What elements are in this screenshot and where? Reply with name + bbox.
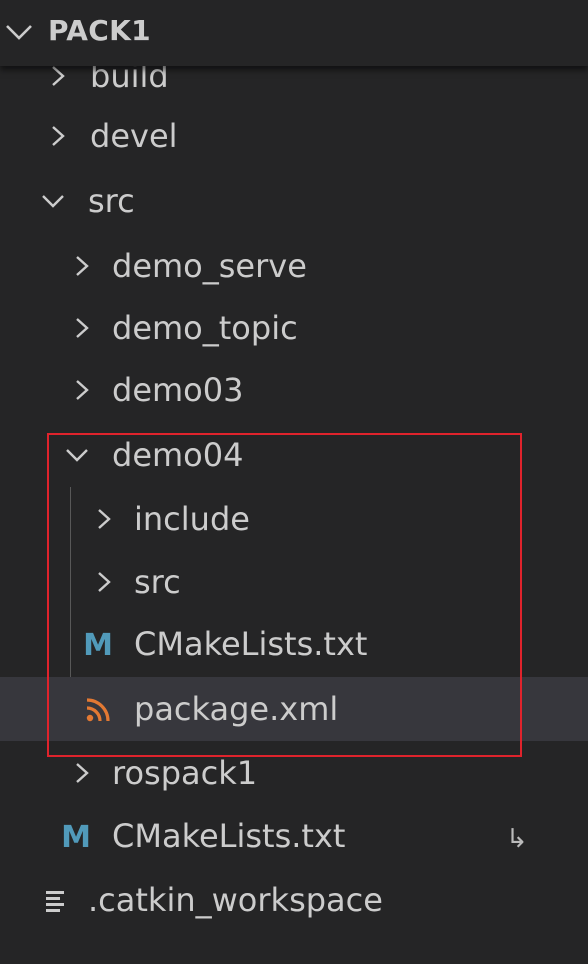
tree-item-src[interactable]: src — [0, 169, 588, 233]
tree-item-label: include — [134, 500, 250, 538]
tree-item-demo-serve[interactable]: demo_serve — [0, 234, 588, 298]
tree-item-devel[interactable]: devel — [0, 104, 588, 168]
tree-item-include[interactable]: include — [0, 487, 588, 551]
chevron-right-icon[interactable] — [70, 254, 94, 278]
tree-item-label: demo04 — [112, 436, 244, 474]
tree-item-label: package.xml — [134, 690, 339, 728]
chevron-right-icon[interactable] — [92, 507, 116, 531]
symlink-icon: ↳ — [506, 824, 528, 854]
explorer-section-header[interactable]: PACK1 — [0, 0, 588, 66]
chevron-right-icon[interactable] — [46, 124, 70, 148]
cmake-file-icon: M — [58, 820, 94, 855]
chevron-down-icon[interactable] — [4, 22, 34, 42]
text-file-icon — [44, 888, 80, 920]
tree-item-package-xml[interactable]: package.xml — [0, 677, 588, 741]
cmake-file-icon: M — [80, 628, 116, 663]
chevron-right-icon[interactable] — [92, 570, 116, 594]
chevron-down-icon[interactable] — [40, 189, 64, 213]
tree-item-demo04[interactable]: demo04 — [0, 423, 588, 487]
svg-text:M: M — [61, 820, 91, 852]
svg-text:M: M — [83, 628, 113, 660]
chevron-right-icon[interactable] — [70, 316, 94, 340]
tree-item-label: demo_serve — [112, 247, 307, 285]
tree-item-rospack1[interactable]: rospack1 — [0, 741, 588, 805]
chevron-right-icon[interactable] — [46, 64, 70, 88]
chevron-right-icon[interactable] — [70, 761, 94, 785]
tree-item-cmakelists-inner[interactable]: M CMakeLists.txt — [0, 612, 588, 676]
tree-item-label: src — [134, 563, 181, 601]
tree-item-label: demo03 — [112, 371, 244, 409]
chevron-right-icon[interactable] — [70, 378, 94, 402]
tree-item-demo03[interactable]: demo03 — [0, 358, 588, 422]
explorer-section-title: PACK1 — [48, 14, 151, 47]
tree-item-label: CMakeLists.txt — [134, 625, 368, 663]
tree-item-catkin-workspace[interactable]: .catkin_workspace — [0, 868, 588, 932]
tree-item-label: .catkin_workspace — [88, 881, 383, 919]
tree-item-label: devel — [90, 117, 178, 155]
tree-item-label: src — [88, 182, 135, 220]
tree-item-label: CMakeLists.txt — [112, 817, 346, 855]
rss-icon — [84, 694, 120, 726]
tree-item-src-inner[interactable]: src — [0, 550, 588, 614]
tree-item-demo-topic[interactable]: demo_topic — [0, 296, 588, 360]
chevron-down-icon[interactable] — [64, 443, 88, 467]
tree-item-label: rospack1 — [112, 754, 258, 792]
tree-item-cmakelists[interactable]: M CMakeLists.txt — [0, 804, 588, 868]
tree-item-label: demo_topic — [112, 309, 298, 347]
